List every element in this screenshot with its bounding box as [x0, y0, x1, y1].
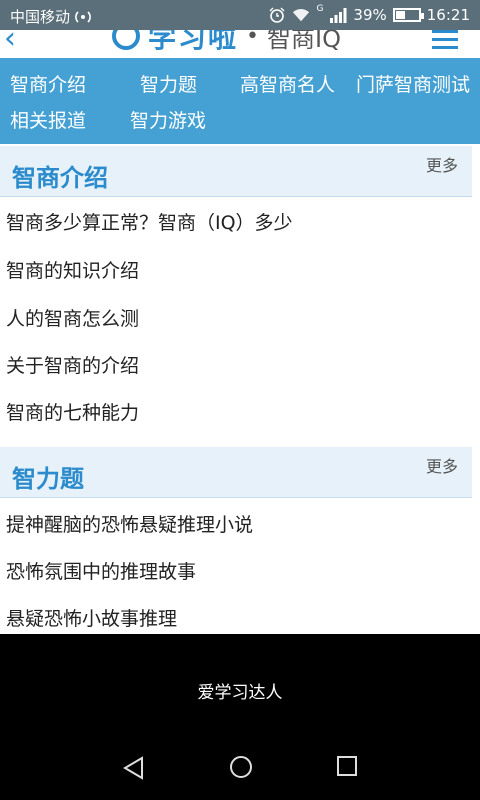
- wifi-icon: [293, 9, 310, 22]
- battery-percent: 39%: [353, 6, 387, 24]
- carrier-name: 中国移动: [10, 8, 71, 26]
- signal-icon: [330, 8, 347, 23]
- back-arrow-icon[interactable]: ‹: [4, 30, 16, 54]
- footer-text: 爱学习达人: [197, 683, 283, 703]
- section-title: 智力题: [12, 465, 84, 493]
- menu-icon[interactable]: [432, 30, 458, 54]
- logo-text: 学习啦: [148, 30, 239, 54]
- hotspot-icon: [75, 10, 91, 23]
- list-item[interactable]: 智商的知识介绍: [6, 256, 139, 283]
- site-logo[interactable]: 学习啦 • 智商IQ: [112, 30, 341, 56]
- app-header: ‹ 学习啦 • 智商IQ: [0, 30, 480, 58]
- logo-circle-icon: [112, 30, 140, 50]
- list-item[interactable]: 智商的七种能力: [6, 398, 139, 425]
- list-item[interactable]: 悬疑恐怖小故事推理: [6, 604, 177, 631]
- list-item[interactable]: 恐怖氛围中的推理故事: [6, 557, 196, 584]
- nav-item-puzzles[interactable]: 智力题: [140, 70, 197, 97]
- nav-item-iq-intro[interactable]: 智商介绍: [10, 70, 86, 97]
- alarm-icon: [269, 7, 285, 23]
- section-header-puzzles: 智力题 更多: [0, 447, 472, 498]
- more-link[interactable]: 更多: [426, 453, 458, 477]
- list-item[interactable]: 智商多少算正常？智商（IQ）多少: [6, 208, 293, 235]
- clock-time: 16:21: [426, 6, 470, 24]
- nav-item-games[interactable]: 智力游戏: [130, 106, 206, 133]
- category-nav: 智商介绍 智力题 高智商名人 门萨智商测试 相关报道 智力游戏: [0, 58, 480, 144]
- status-bar: 中国移动 G 39% 16:21: [0, 0, 480, 30]
- list-item[interactable]: 人的智商怎么测: [6, 304, 139, 331]
- channel-title: 智商IQ: [267, 30, 341, 53]
- nav-item-famous-people[interactable]: 高智商名人: [240, 70, 335, 97]
- network-type: G: [316, 4, 324, 14]
- more-link[interactable]: 更多: [426, 152, 458, 176]
- list-item[interactable]: 关于智商的介绍: [6, 351, 139, 378]
- nav-item-reports[interactable]: 相关报道: [10, 106, 86, 133]
- nav-back-icon[interactable]: [122, 756, 146, 780]
- list-item[interactable]: 提神醒脑的恐怖悬疑推理小说: [6, 510, 253, 537]
- header-separator: •: [246, 30, 259, 49]
- nav-recent-apps-icon[interactable]: [337, 756, 357, 776]
- section-title: 智商介绍: [12, 164, 108, 192]
- nav-home-icon[interactable]: [230, 756, 252, 778]
- footer-bar: 爱学习达人: [0, 634, 480, 800]
- battery-icon: [392, 8, 424, 22]
- nav-item-mensa-test[interactable]: 门萨智商测试: [356, 70, 470, 97]
- section-header-iq-intro: 智商介绍 更多: [0, 146, 472, 197]
